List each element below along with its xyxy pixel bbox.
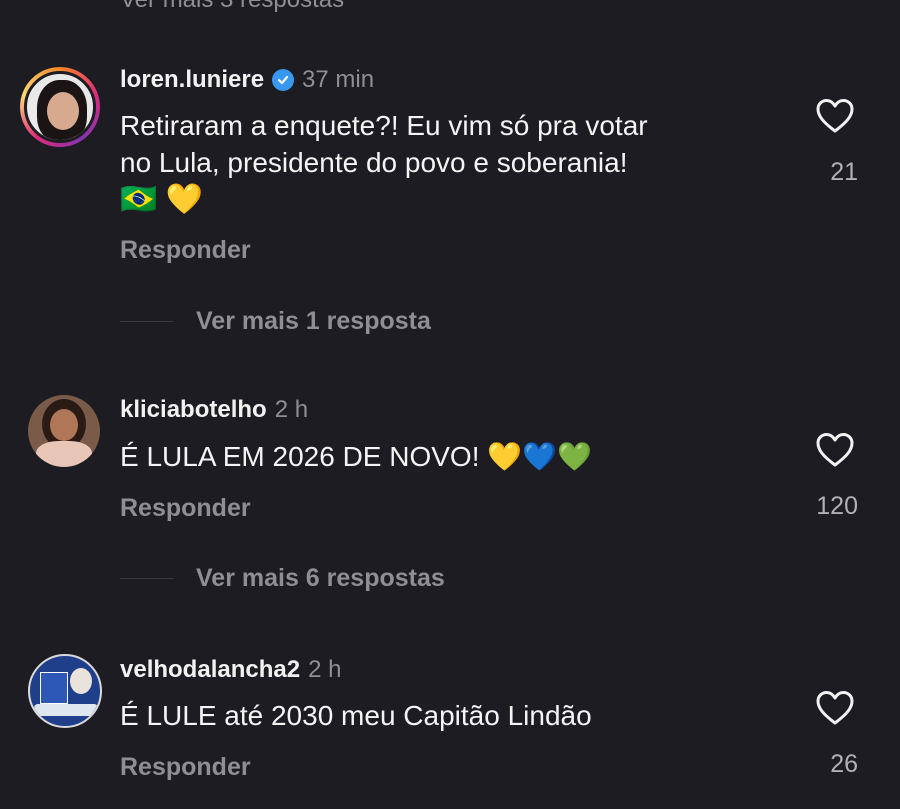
divider-line [120,578,174,579]
avatar[interactable] [28,654,102,728]
divider-line [120,321,174,322]
view-more-replies[interactable]: Ver mais 6 respostas [120,564,445,593]
comment-text: Retiraram a enquete?! Eu vim só pra vota… [120,107,760,215]
like-count: 26 [830,750,858,778]
heart-outline-icon[interactable] [815,690,855,726]
comment-text-line: no Lula, presidente do povo e soberania! [120,147,628,178]
username[interactable]: velhodalancha2 [120,656,300,684]
username[interactable]: loren.luniere [120,66,264,94]
heart-outline-icon[interactable] [815,432,855,468]
comment-text: É LULA EM 2026 DE NOVO! 💛💙💚 [120,438,760,475]
avatar[interactable] [28,395,100,467]
comment-header: kliciabotelho 2 h [120,396,308,424]
view-more-replies-label: Ver mais 6 respostas [196,564,445,592]
comment-text: É LULE até 2030 meu Capitão Lindão [120,697,760,734]
timestamp: 37 min [302,66,375,93]
previous-more-replies-cut[interactable]: Ver mais 3 respostas [120,0,344,14]
comment-text-line: É LULE até 2030 meu Capitão Lindão [120,700,592,731]
reply-button[interactable]: Responder [120,494,251,523]
username[interactable]: kliciabotelho [120,396,267,424]
reply-button[interactable]: Responder [120,236,251,265]
comment-text-line: É LULA EM 2026 DE NOVO! 💛💙💚 [120,441,592,472]
comment-emoji-line: 🇧🇷 💛 [120,183,204,216]
view-more-replies[interactable]: Ver mais 1 resposta [120,307,431,336]
avatar[interactable] [20,67,100,147]
timestamp: 2 h [308,656,342,683]
reply-button[interactable]: Responder [120,753,251,782]
comment-header: loren.luniere 37 min [120,66,374,94]
heart-outline-icon[interactable] [815,98,855,134]
comment-header: velhodalancha2 2 h [120,656,341,684]
view-more-replies-label: Ver mais 1 resposta [196,307,431,335]
like-count: 21 [830,158,858,186]
comment-text-line: Retiraram a enquete?! Eu vim só pra vota… [120,110,648,141]
timestamp: 2 h [274,396,309,423]
verified-badge-icon [272,69,295,91]
like-count: 120 [816,492,858,520]
